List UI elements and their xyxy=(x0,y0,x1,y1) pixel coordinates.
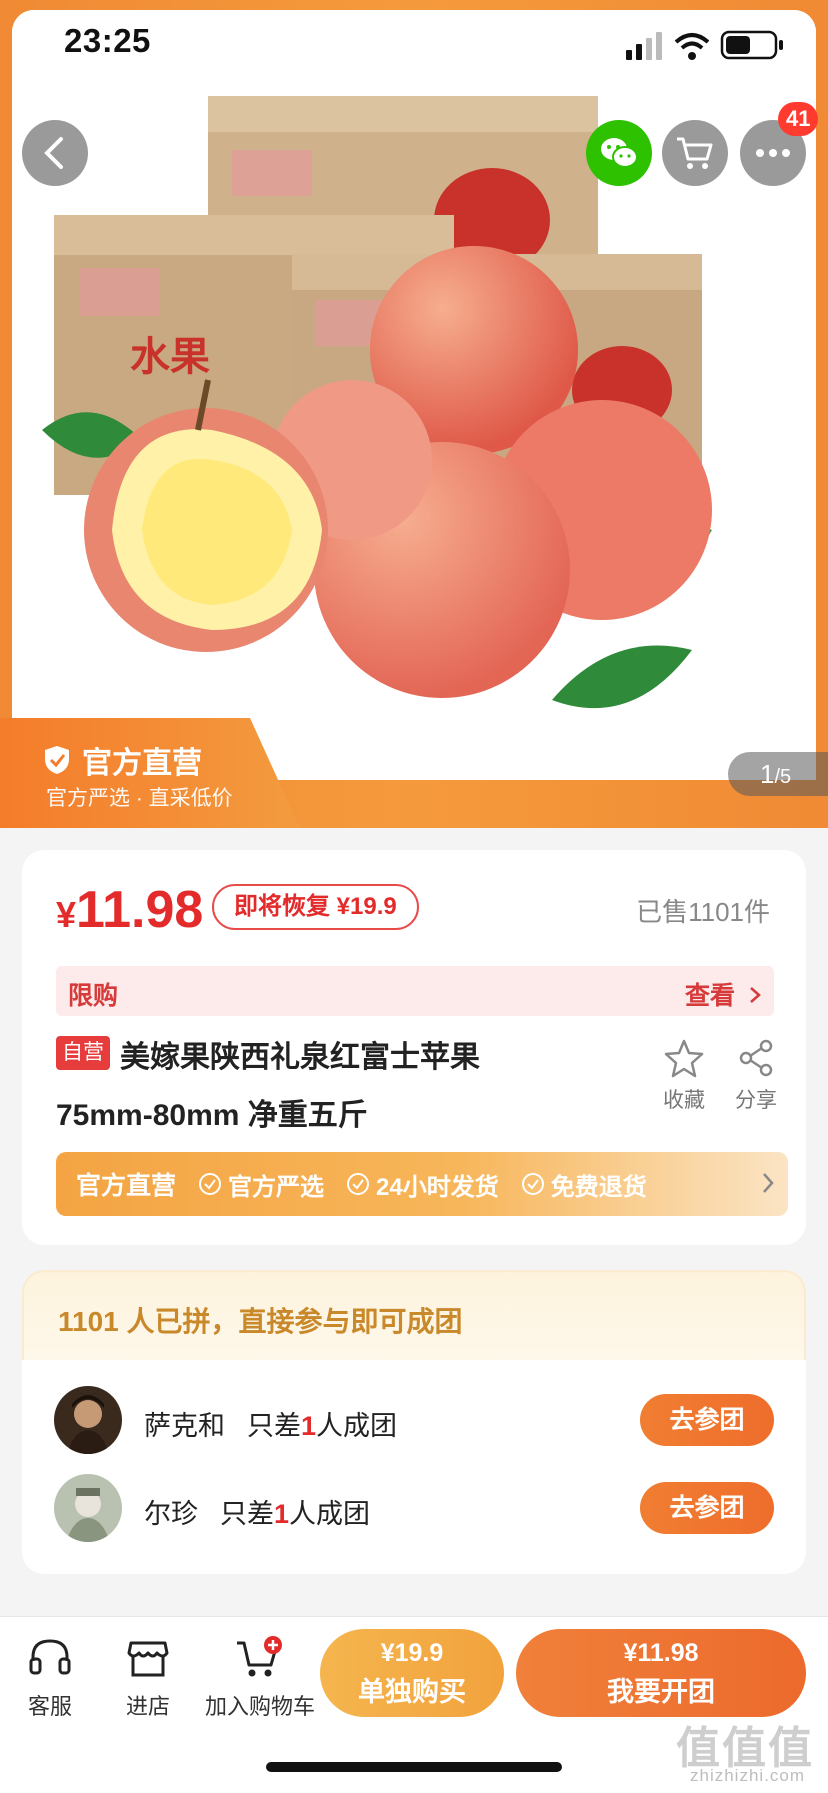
avatar xyxy=(54,1386,122,1454)
group-member-info: 尔珍 只差1人成团 xyxy=(144,1492,370,1531)
add-cart-icon xyxy=(237,1636,282,1677)
guarantee-item: 官方严选 xyxy=(198,1167,324,1202)
wifi-icon xyxy=(674,33,710,60)
headset-icon xyxy=(29,1639,71,1675)
notification-badge: 41 xyxy=(778,102,819,136)
member-name: 萨克和 xyxy=(144,1411,225,1441)
start-group-button[interactable]: ¥11.98 我要开团 xyxy=(516,1629,806,1717)
status-bar: 23:25 xyxy=(0,0,828,90)
store-icon xyxy=(127,1641,169,1677)
product-title-line2: 75mm-80mm 净重五斤 xyxy=(56,1099,368,1132)
price-value: 11.98 xyxy=(76,881,204,939)
share-button[interactable]: 分享 xyxy=(724,1038,788,1114)
star-icon xyxy=(664,1039,704,1078)
guarantee-item: 24小时发货 xyxy=(346,1167,499,1202)
limit-view-link[interactable]: 查看 xyxy=(685,976,762,1012)
price-symbol: ¥ xyxy=(56,894,77,935)
price-restore-tag: 即将恢复 ¥19.9 xyxy=(212,884,419,930)
store-button[interactable]: 进店 xyxy=(120,1635,176,1721)
avatar-image xyxy=(54,1386,122,1454)
box-print-text: 水果 xyxy=(130,335,210,379)
need-count: 1 xyxy=(301,1411,317,1441)
add-to-cart-label: 加入购物车 xyxy=(204,1694,315,1719)
check-circle-icon xyxy=(521,1173,544,1195)
join-group-button[interactable]: 去参团 xyxy=(640,1394,774,1446)
cart-icon xyxy=(677,137,713,169)
join-group-button[interactable]: 去参团 xyxy=(640,1482,774,1534)
buy-alone-label: 单独购买 xyxy=(358,1677,466,1707)
chevron-right-icon xyxy=(763,1173,774,1193)
home-indicator[interactable] xyxy=(266,1762,562,1772)
need-count: 1 xyxy=(274,1499,290,1529)
buy-alone-price: ¥19.9 xyxy=(380,1639,444,1667)
back-button[interactable] xyxy=(22,120,88,186)
group-buy-card: 1101 人已拼，直接参与即可成团 萨克和 只差1人成团 去参团 尔珍只差1人成… xyxy=(22,1270,806,1574)
share-icon xyxy=(739,1039,773,1077)
need-text: 只差1人成团 xyxy=(247,1411,397,1441)
limit-view-label: 查看 xyxy=(685,982,736,1010)
guarantee-item: 免费退货 xyxy=(521,1167,647,1202)
customer-service-label: 客服 xyxy=(27,1694,72,1719)
status-time: 23:25 xyxy=(64,22,151,59)
group-member-info: 萨克和 只差1人成团 xyxy=(144,1404,397,1443)
start-group-price: ¥11.98 xyxy=(623,1639,699,1667)
check-circle-icon xyxy=(347,1173,370,1195)
buy-alone-button[interactable]: ¥19.9 单独购买 xyxy=(320,1629,504,1717)
customer-service-button[interactable]: 客服 xyxy=(22,1635,78,1721)
image-page-indicator: 1/5 xyxy=(728,752,828,796)
service-guarantee-bar[interactable]: 官方直营 官方严选 24小时发货 免费退货 xyxy=(56,1152,788,1216)
wechat-share-button[interactable] xyxy=(586,120,652,186)
need-text: 只差1人成团 xyxy=(220,1499,370,1529)
group-row: 萨克和 只差1人成团 去参团 xyxy=(22,1378,806,1466)
need-suffix: 人成团 xyxy=(289,1499,371,1529)
official-direct-label: 官方直营 xyxy=(82,747,202,780)
guarantee-item-label: 免费退货 xyxy=(550,1173,647,1201)
avatar xyxy=(54,1474,122,1542)
favorite-label: 收藏 xyxy=(663,1089,705,1112)
group-buy-count-text: 1101 人已拼，直接参与即可成团 xyxy=(58,1306,463,1337)
more-dots-icon xyxy=(756,149,790,157)
check-circle-icon xyxy=(199,1173,222,1195)
signal-icon xyxy=(626,32,662,60)
product-title-line1: 美嫁果陕西礼泉红富士苹果 xyxy=(120,1041,480,1074)
page-current: 1 xyxy=(760,759,775,789)
need-prefix: 只差 xyxy=(220,1499,274,1529)
need-suffix: 人成团 xyxy=(316,1411,398,1441)
battery-icon xyxy=(720,30,783,60)
cart-button[interactable] xyxy=(662,120,728,186)
add-to-cart-button[interactable]: 加入购物车 xyxy=(200,1635,320,1721)
watermark-url: zhizhizhi.com xyxy=(690,1766,806,1785)
product-info-card: ¥11.98 即将恢复 ¥19.9 已售1101件 限购 查看 自营 美嫁果陕西… xyxy=(22,850,806,1245)
status-icons xyxy=(626,30,783,60)
self-operated-badge: 自营 xyxy=(56,1036,110,1070)
product-price: ¥11.98 xyxy=(56,880,203,940)
avatar-image xyxy=(54,1474,122,1542)
group-buy-header: 1101 人已拼，直接参与即可成团 xyxy=(22,1270,806,1360)
guarantee-item-label: 24小时发货 xyxy=(376,1173,499,1201)
favorite-button[interactable]: 收藏 xyxy=(652,1038,716,1114)
purchase-limit-bar[interactable]: 限购 查看 xyxy=(56,966,774,1016)
chevron-left-icon xyxy=(44,137,63,169)
share-label: 分享 xyxy=(735,1089,777,1112)
start-group-label: 我要开团 xyxy=(607,1677,715,1707)
official-direct-title: 官方直营 xyxy=(42,738,202,782)
member-name: 尔珍 xyxy=(144,1499,198,1529)
store-label: 进店 xyxy=(125,1694,170,1719)
official-direct-subtitle: 官方严选 · 直采低价 xyxy=(46,787,233,810)
sold-count: 已售1101件 xyxy=(636,897,770,927)
shield-check-icon xyxy=(45,746,69,774)
guarantee-main-label: 官方直营 xyxy=(76,1172,177,1200)
need-prefix: 只差 xyxy=(247,1411,301,1441)
group-row: 尔珍 只差1人成团 去参团 xyxy=(22,1466,806,1554)
guarantee-item-label: 官方严选 xyxy=(228,1173,325,1201)
wechat-icon xyxy=(601,138,638,168)
limit-label: 限购 xyxy=(68,982,119,1010)
chevron-right-icon xyxy=(750,987,761,1003)
page-total: /5 xyxy=(774,766,792,788)
